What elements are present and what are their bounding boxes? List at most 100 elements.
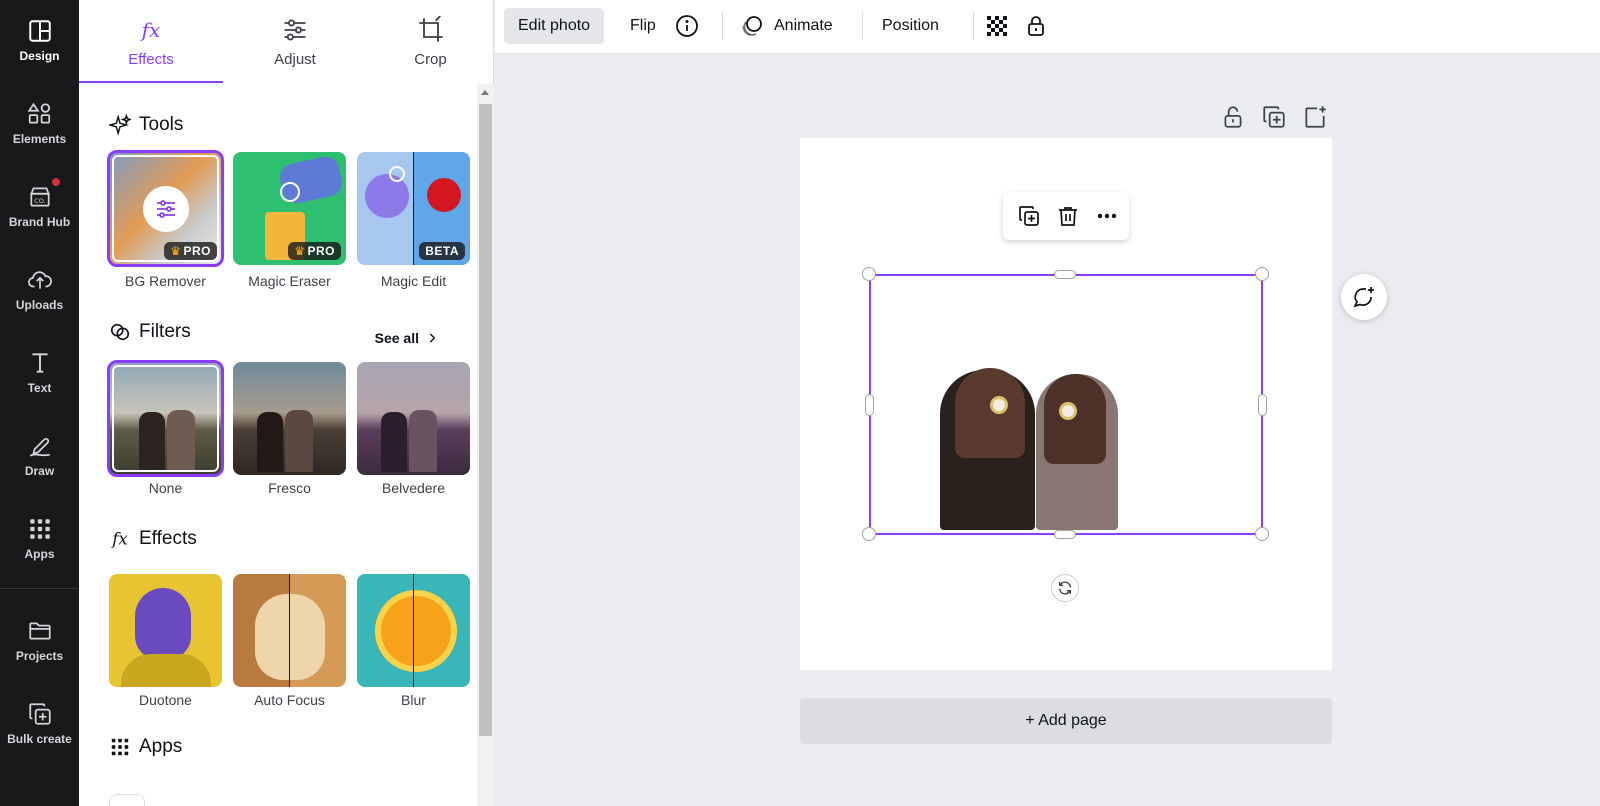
tool-label-magic-eraser: Magic Eraser xyxy=(248,273,331,289)
tool-label-bg-remover: BG Remover xyxy=(125,273,206,289)
add-page-icon-button[interactable] xyxy=(1302,104,1328,130)
duotone-shoulders xyxy=(121,654,211,687)
duplicate-element-button[interactable] xyxy=(1017,204,1041,228)
panel-tabs: fx Effects Adjust Crop xyxy=(79,0,494,84)
fx-icon: fx xyxy=(110,530,128,549)
effect-label-duotone: Duotone xyxy=(139,692,192,708)
rail-item-brand-hub[interactable]: CO. Brand Hub xyxy=(0,178,79,248)
filter-card-none[interactable] xyxy=(107,360,224,477)
scrollbar-thumb[interactable] xyxy=(479,104,492,736)
lock-button[interactable] xyxy=(1016,8,1056,44)
rail-label-brand-hub: Brand Hub xyxy=(8,215,71,229)
draw-icon xyxy=(29,438,50,457)
lock-icon xyxy=(1028,16,1044,36)
rail-item-draw[interactable]: Draw xyxy=(0,427,79,497)
rail-label-uploads: Uploads xyxy=(15,298,64,312)
rail-item-projects[interactable]: Projects xyxy=(0,612,79,682)
rotate-handle[interactable] xyxy=(1051,574,1079,602)
position-button[interactable]: Position xyxy=(868,8,953,44)
selection-box[interactable] xyxy=(869,274,1263,535)
info-icon xyxy=(676,15,698,37)
beta-badge: BETA xyxy=(419,242,465,260)
tool-card-magic-edit[interactable]: BETA xyxy=(357,152,470,265)
panel-content: Tools ♛ PRO BG Remover ♛ PRO Magic Eraser … xyxy=(79,84,477,806)
tab-label-effects: Effects xyxy=(128,51,174,68)
crown-icon: ♛ xyxy=(170,244,182,258)
filter-label-none: None xyxy=(148,480,183,496)
rail-item-design[interactable]: Design xyxy=(0,12,79,82)
layout-icon xyxy=(28,20,51,42)
rail-label-bulk-create: Bulk create xyxy=(7,732,72,746)
animate-icon xyxy=(742,16,762,36)
app-item-partial[interactable] xyxy=(109,794,145,806)
effect-card-duotone[interactable] xyxy=(109,574,222,687)
delete-element-button[interactable] xyxy=(1056,204,1080,228)
rail-item-elements[interactable]: Elements xyxy=(0,95,79,165)
tab-label-adjust: Adjust xyxy=(274,51,316,68)
active-tab-indicator xyxy=(79,81,223,83)
transparency-button[interactable] xyxy=(977,8,1017,44)
edit-photo-panel: fx Effects Adjust Crop Tools ♛ PRO BG Rem… xyxy=(79,0,494,806)
rail-label-text: Text xyxy=(27,381,52,395)
grid-icon xyxy=(29,519,50,539)
rail-item-text[interactable]: Text xyxy=(0,344,79,414)
filter-card-belvedere[interactable] xyxy=(357,362,470,475)
pro-badge: ♛ PRO xyxy=(164,242,217,260)
rail-label-apps: Apps xyxy=(24,547,55,561)
add-page-button[interactable]: + Add page xyxy=(800,698,1332,744)
chevron-right-icon xyxy=(429,333,436,343)
toolbar-divider xyxy=(722,12,723,40)
add-comment-button[interactable] xyxy=(1341,274,1387,320)
rail-item-apps[interactable]: Apps xyxy=(0,510,79,580)
page-lock-button[interactable] xyxy=(1220,104,1246,130)
more-icon xyxy=(1097,213,1117,219)
scroll-up-arrow-icon[interactable] xyxy=(481,90,489,95)
section-title-tools: Tools xyxy=(109,114,183,136)
effect-card-blur[interactable] xyxy=(357,574,470,687)
more-options-button[interactable] xyxy=(1095,204,1119,228)
resize-handle-top-left[interactable] xyxy=(862,267,876,281)
sparkle-icon xyxy=(109,114,131,136)
folder-icon xyxy=(28,622,51,640)
filter-label-belvedere: Belvedere xyxy=(381,480,446,496)
tab-adjust[interactable]: Adjust xyxy=(223,0,367,84)
animate-button[interactable]: Animate xyxy=(726,8,847,44)
see-all-text: See all xyxy=(374,330,419,346)
tool-card-bg-remover[interactable]: ♛ PRO xyxy=(107,150,224,267)
filter-person-1 xyxy=(257,412,283,472)
rail-item-bulk-create[interactable]: Bulk create xyxy=(0,695,79,765)
cloud-upload-icon xyxy=(27,271,52,289)
flip-button[interactable]: Flip xyxy=(616,8,670,44)
filters-see-all-link[interactable]: See all xyxy=(375,330,439,346)
tab-effects[interactable]: fx Effects xyxy=(79,0,223,84)
toolbar-divider xyxy=(973,12,974,40)
resize-handle-bottom[interactable] xyxy=(1054,530,1076,539)
effect-label-auto-focus: Auto Focus xyxy=(254,692,325,708)
resize-handle-bottom-right[interactable] xyxy=(1255,527,1269,541)
svg-text:CO.: CO. xyxy=(34,197,45,205)
magic-edit-cursor xyxy=(389,166,405,182)
info-button[interactable] xyxy=(667,8,707,44)
effect-card-auto-focus[interactable] xyxy=(233,574,346,687)
resize-handle-top[interactable] xyxy=(1054,270,1076,279)
comment-plus-icon xyxy=(1353,287,1374,308)
tool-label-magic-edit: Magic Edit xyxy=(380,273,447,289)
panel-scrollbar[interactable] xyxy=(477,84,494,806)
apps-title-text: Apps xyxy=(139,736,183,757)
resize-handle-right[interactable] xyxy=(1258,394,1267,416)
filter-person-2 xyxy=(285,410,313,472)
tab-crop[interactable]: Crop xyxy=(367,0,494,84)
trash-icon xyxy=(1059,207,1077,226)
edit-photo-button[interactable]: Edit photo xyxy=(504,8,605,44)
blur-orange xyxy=(375,590,457,672)
tool-card-magic-eraser[interactable]: ♛ PRO xyxy=(233,152,346,265)
resize-handle-top-right[interactable] xyxy=(1255,267,1269,281)
filter-card-fresco[interactable] xyxy=(233,362,346,475)
rotate-icon xyxy=(1059,581,1071,595)
resize-handle-bottom-left[interactable] xyxy=(862,527,876,541)
duplicate-page-button[interactable] xyxy=(1261,104,1287,130)
rail-item-uploads[interactable]: Uploads xyxy=(0,261,79,331)
bg-remover-overlay xyxy=(143,186,189,232)
auto-focus-divider xyxy=(289,574,290,687)
resize-handle-left[interactable] xyxy=(865,394,874,416)
